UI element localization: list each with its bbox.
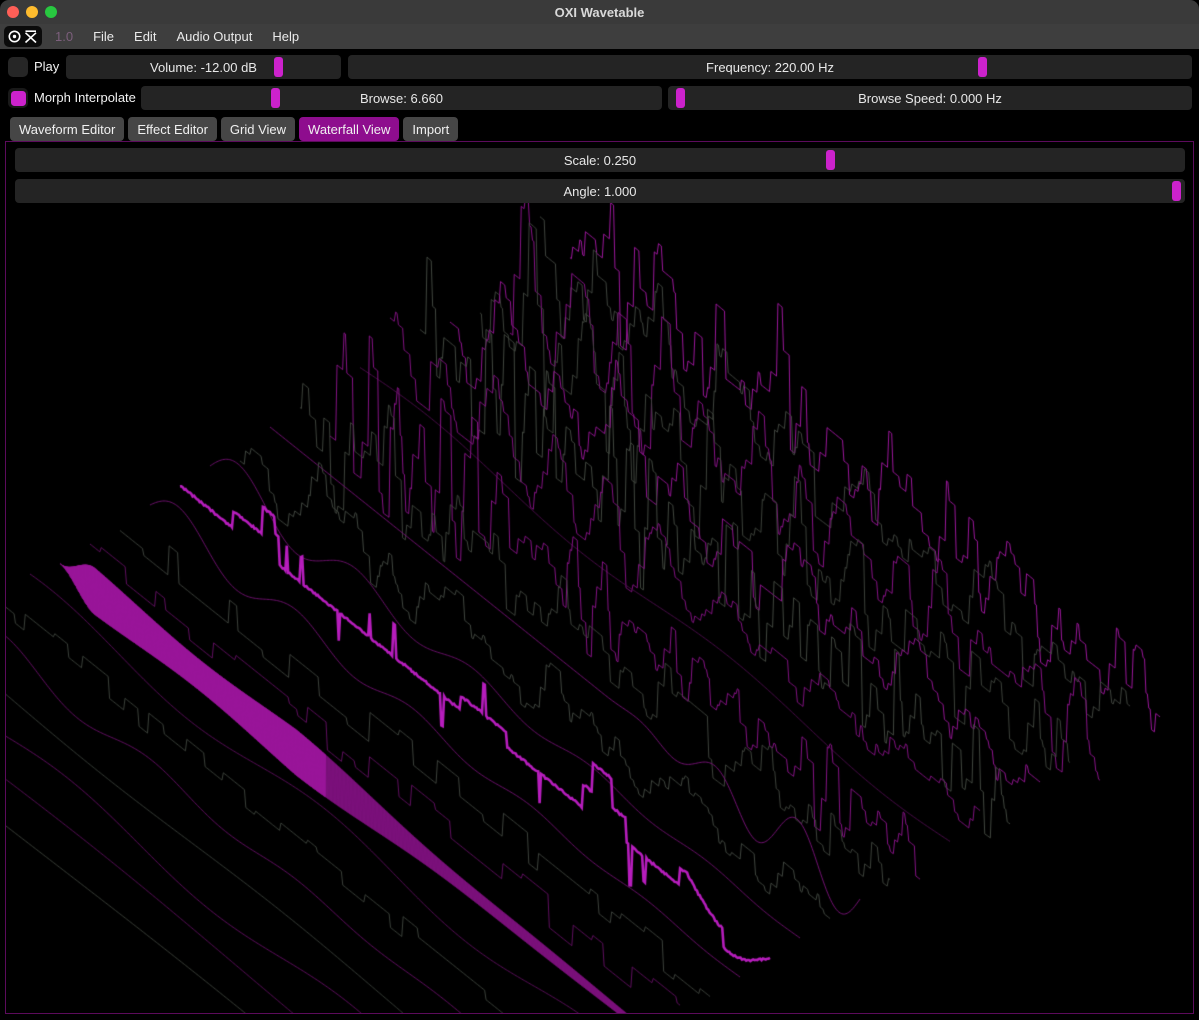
frequency-slider-thumb[interactable] xyxy=(978,57,987,77)
frequency-slider[interactable]: Frequency: 220.00 Hz xyxy=(348,55,1192,79)
browse-slider[interactable]: Browse: 6.660 xyxy=(141,86,662,110)
window-title: OXI Wavetable xyxy=(555,5,645,20)
frequency-slider-label: Frequency: 220.00 Hz xyxy=(348,55,1192,79)
browse-speed-slider[interactable]: Browse Speed: 0.000 Hz xyxy=(668,86,1192,110)
tabbar: Waveform Editor Effect Editor Grid View … xyxy=(10,117,458,141)
browse-slider-label: Browse: 6.660 xyxy=(141,86,662,110)
scale-slider-thumb[interactable] xyxy=(826,150,835,170)
tab-effect-editor[interactable]: Effect Editor xyxy=(128,117,217,141)
tab-import[interactable]: Import xyxy=(403,117,458,141)
scale-slider-label: Scale: 0.250 xyxy=(15,148,1185,172)
menu-help[interactable]: Help xyxy=(272,29,299,44)
menu-edit[interactable]: Edit xyxy=(134,29,156,44)
waterfall-panel: Scale: 0.250 Angle: 1.000 xyxy=(5,141,1194,1014)
play-label: Play xyxy=(34,55,59,79)
browse-slider-thumb[interactable] xyxy=(271,88,280,108)
toolbar-row-2: Morph Interpolate Browse: 6.660 Browse S… xyxy=(0,86,1199,110)
browse-speed-slider-label: Browse Speed: 0.000 Hz xyxy=(668,86,1192,110)
close-button[interactable] xyxy=(7,6,19,18)
angle-slider-label: Angle: 1.000 xyxy=(15,179,1185,203)
volume-slider-thumb[interactable] xyxy=(274,57,283,77)
menu-file[interactable]: File xyxy=(93,29,114,44)
version-label: 1.0 xyxy=(55,29,73,44)
morph-interpolate-checkbox[interactable] xyxy=(8,88,28,108)
minimize-button[interactable] xyxy=(26,6,38,18)
volume-slider[interactable]: Volume: -12.00 dB xyxy=(66,55,341,79)
tab-waveform-editor[interactable]: Waveform Editor xyxy=(10,117,124,141)
morph-interpolate-label: Morph Interpolate xyxy=(34,86,136,110)
titlebar: OXI Wavetable xyxy=(0,0,1199,24)
waterfall-canvas[interactable] xyxy=(6,142,1193,1013)
scale-slider[interactable]: Scale: 0.250 xyxy=(15,148,1185,172)
toolbar-row-1: Play Volume: -12.00 dB Frequency: 220.00… xyxy=(0,55,1199,79)
menu-audio-output[interactable]: Audio Output xyxy=(176,29,252,44)
traffic-lights xyxy=(7,6,57,18)
tab-grid-view[interactable]: Grid View xyxy=(221,117,295,141)
zoom-button[interactable] xyxy=(45,6,57,18)
app-window: { "window": { "title": "OXI Wavetable" }… xyxy=(0,0,1199,1020)
volume-slider-label: Volume: -12.00 dB xyxy=(66,55,341,79)
angle-slider-thumb[interactable] xyxy=(1172,181,1181,201)
oxi-logo-icon xyxy=(4,26,42,47)
checkbox-fill xyxy=(11,91,26,106)
menubar: 1.0 File Edit Audio Output Help xyxy=(0,24,1199,49)
play-checkbox[interactable] xyxy=(8,57,28,77)
browse-speed-slider-thumb[interactable] xyxy=(676,88,685,108)
angle-slider[interactable]: Angle: 1.000 xyxy=(15,179,1185,203)
tab-waterfall-view[interactable]: Waterfall View xyxy=(299,117,399,141)
